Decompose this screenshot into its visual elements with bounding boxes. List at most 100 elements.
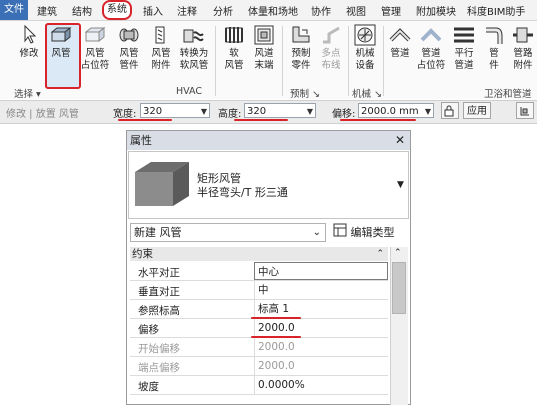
menu-analyze[interactable]: 分析 (213, 3, 233, 18)
reference-level-underline (251, 317, 301, 319)
context-label: 修改 | 放置 风管 (6, 109, 79, 120)
menu-systems[interactable]: 系统 (102, 0, 132, 20)
duct-type-icon (133, 158, 191, 215)
mechanical-group-label[interactable]: 机械 ↘ (352, 86, 382, 100)
properties-title: 属性 (127, 131, 410, 150)
lock-button[interactable] (441, 102, 459, 119)
parallel-pipes-label: 平行 管道 (454, 48, 474, 71)
fabrication-part-button[interactable]: 预制 零件 (286, 24, 316, 72)
convert-flex-icon (182, 24, 206, 46)
menu-collaborate[interactable]: 协作 (311, 3, 331, 18)
duct-placeholder-label: 风管 占位符 (80, 48, 110, 71)
pipe-placeholder-button[interactable]: 管道 占位符 (416, 24, 446, 72)
duct-icon (49, 24, 73, 46)
plumbing-group-label: 卫浴和管道 (484, 89, 532, 100)
fabrication-part-icon (289, 24, 313, 46)
menu-addins[interactable]: 附加模块 (416, 3, 456, 18)
category-constraints[interactable]: 约束 ⌃ (130, 247, 388, 261)
scrollbar-thumb[interactable] (392, 262, 406, 314)
parallel-pipes-button[interactable]: 平行 管道 (449, 24, 479, 72)
property-name: 水平对正 (138, 267, 180, 279)
width-underline (118, 119, 172, 121)
flex-duct-button[interactable]: 软 风管 (219, 24, 249, 72)
height-combo[interactable]: 320 ▼ (244, 103, 316, 118)
height-underline (234, 119, 288, 121)
width-label: 宽度: (113, 109, 137, 120)
property-value[interactable]: 0.0000% (254, 376, 388, 394)
chevron-down-icon: ▼ (424, 107, 431, 116)
ribbon-separator (348, 26, 349, 96)
property-name: 开始偏移 (138, 343, 180, 355)
properties-grid: 约束 ⌃ 水平对正 中心 垂直对正 中 参照标高 标高 1 偏移 2000.0 … (130, 247, 388, 405)
pipe-button[interactable]: 管道 (385, 24, 415, 60)
close-icon[interactable]: ✕ (392, 131, 408, 150)
height-label: 高度: (218, 109, 242, 120)
menu-bim-assistant[interactable]: 科度BIM助手 (467, 3, 525, 18)
offset-value-underline (251, 336, 301, 338)
fan-icon (353, 24, 377, 46)
property-row[interactable]: 坡度 0.0000% (130, 376, 388, 395)
property-value: 2000.0 (254, 357, 388, 375)
duct-accessory-icon (149, 24, 173, 46)
instance-filter-combo[interactable]: 新建 风管 ⌄ (130, 223, 326, 242)
property-name: 参照标高 (138, 305, 180, 317)
menu-view[interactable]: 视图 (346, 3, 366, 18)
offset-value: 2000.0 mm (361, 106, 419, 117)
scroll-up-icon[interactable]: ⌃ (394, 248, 402, 258)
duct-accessory-label: 风管 附件 (151, 48, 171, 71)
convert-flex-label: 转换为 软风管 (179, 48, 209, 71)
select-group-label[interactable]: 选择 ▾ (14, 86, 41, 100)
pipe-fitting-button[interactable]: 管 件 (479, 24, 509, 72)
property-value[interactable]: 中心 (254, 262, 388, 280)
edit-type-button[interactable]: 编辑类型 (333, 223, 407, 242)
pipe-fitting-icon (482, 24, 506, 46)
air-terminal-button[interactable]: 风道 末端 (249, 24, 279, 72)
fabrication-part-label: 预制 零件 (291, 48, 311, 71)
duct-placeholder-icon (83, 24, 107, 46)
menu-file[interactable]: 文件 (0, 0, 28, 20)
menu-architecture[interactable]: 建筑 (37, 3, 57, 18)
menu-structure[interactable]: 结构 (72, 3, 92, 18)
modify-label: 修改 (19, 48, 39, 59)
offset-label: 偏移: (332, 109, 356, 120)
menu-annotate[interactable]: 注释 (177, 3, 197, 18)
duct-accessory-button[interactable]: 风管 附件 (146, 24, 176, 72)
height-value: 320 (247, 106, 267, 117)
width-combo[interactable]: 320 ▼ (140, 103, 210, 118)
chevron-down-icon: ▼ (306, 107, 313, 116)
collapse-icon[interactable]: ⌃ (376, 247, 384, 261)
chevron-down-icon: ▼ (200, 107, 207, 116)
apply-button[interactable]: 应用 (463, 102, 491, 119)
property-name: 偏移 (138, 324, 159, 336)
convert-to-flex-button[interactable]: 转换为 软风管 (177, 24, 211, 72)
pipe-label: 管道 (390, 48, 410, 59)
air-terminal-icon (252, 24, 276, 46)
duct-label: 风管 (51, 48, 71, 59)
mechanical-equipment-button[interactable]: 机械 设备 (350, 24, 380, 72)
align-button[interactable] (516, 102, 534, 119)
menu-massing-site[interactable]: 体量和场地 (248, 3, 298, 18)
fabrication-group-label[interactable]: 预制 ↘ (290, 86, 320, 100)
menu-bar: 文件 建筑 结构 系统 插入 注释 分析 体量和场地 协作 视图 管理 附加模块… (0, 0, 537, 21)
menu-manage[interactable]: 管理 (381, 3, 401, 18)
property-row[interactable]: 水平对正 中心 (130, 262, 388, 281)
menu-insert[interactable]: 插入 (143, 3, 163, 18)
property-value[interactable]: 中 (254, 281, 388, 299)
modify-button[interactable]: 修改 (14, 24, 44, 60)
duct-button[interactable]: 风管 (46, 24, 76, 60)
property-row: 端点偏移 2000.0 (130, 357, 388, 376)
edit-type-icon (333, 223, 347, 243)
property-value[interactable]: 2000.0 (254, 319, 388, 337)
multipoint-routing-button[interactable]: 多点 布线 (316, 24, 346, 72)
offset-combo[interactable]: 2000.0 mm ▼ (358, 103, 434, 118)
duct-placeholder-button[interactable]: 风管 占位符 (80, 24, 110, 72)
pipe-accessory-button[interactable]: 管路 附件 (508, 24, 537, 72)
property-value[interactable]: 标高 1 (254, 300, 388, 318)
pipe-placeholder-label: 管道 占位符 (416, 48, 446, 71)
property-row[interactable]: 垂直对正 中 (130, 281, 388, 300)
duct-fitting-button[interactable]: 风管 管件 (114, 24, 144, 72)
ribbon-separator (215, 26, 216, 96)
type-selector[interactable]: 矩形风管 半径弯头/T 形三通 ▼ (128, 151, 409, 219)
chevron-down-icon[interactable]: ▼ (397, 180, 404, 190)
multipoint-routing-label: 多点 布线 (321, 48, 341, 71)
